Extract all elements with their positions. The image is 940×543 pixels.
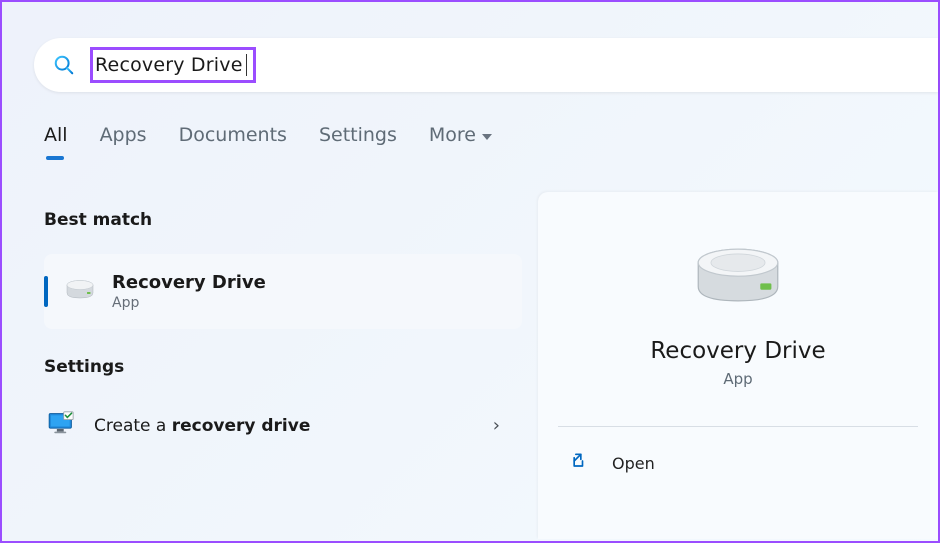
open-action[interactable]: Open	[558, 441, 918, 485]
search-window: Recovery Drive All Apps Documents Settin…	[0, 0, 940, 543]
tab-more-label: More	[429, 124, 476, 146]
filter-tabs: All Apps Documents Settings More	[44, 124, 492, 154]
search-bar[interactable]: Recovery Drive	[34, 38, 938, 92]
preview-subtitle: App	[723, 370, 752, 388]
search-input-text[interactable]: Recovery Drive	[95, 54, 247, 76]
preview-pane: Recovery Drive App Open	[538, 192, 938, 539]
best-match-text: Recovery Drive App	[112, 272, 266, 311]
open-action-label: Open	[612, 454, 655, 473]
tab-settings[interactable]: Settings	[319, 124, 397, 154]
chevron-right-icon: ›	[493, 415, 500, 436]
best-match-result[interactable]: Recovery Drive App	[44, 254, 522, 329]
open-external-icon	[570, 451, 590, 475]
settings-result-create-recovery-drive[interactable]: Create a recovery drive ›	[44, 401, 522, 450]
settings-result-label: Create a recovery drive	[94, 416, 310, 436]
search-highlight-box: Recovery Drive	[90, 47, 256, 83]
search-icon	[52, 53, 76, 77]
monitor-icon	[48, 411, 76, 440]
settings-result-prefix: Create a	[94, 416, 172, 436]
preview-title: Recovery Drive	[650, 338, 825, 364]
drive-icon	[64, 274, 96, 310]
chevron-down-icon	[482, 134, 492, 140]
tab-more[interactable]: More	[429, 124, 492, 154]
best-match-title: Recovery Drive	[112, 272, 266, 293]
tab-apps[interactable]: Apps	[100, 124, 147, 154]
best-match-subtitle: App	[112, 295, 266, 311]
settings-result-bold: recovery drive	[172, 416, 311, 436]
drive-icon	[690, 242, 786, 338]
best-match-label: Best match	[44, 210, 522, 230]
results-pane: Best match Recovery Drive App Settings	[44, 210, 522, 450]
settings-section-label: Settings	[44, 357, 522, 377]
tab-all[interactable]: All	[44, 124, 68, 154]
divider	[558, 426, 918, 427]
tab-documents[interactable]: Documents	[179, 124, 287, 154]
